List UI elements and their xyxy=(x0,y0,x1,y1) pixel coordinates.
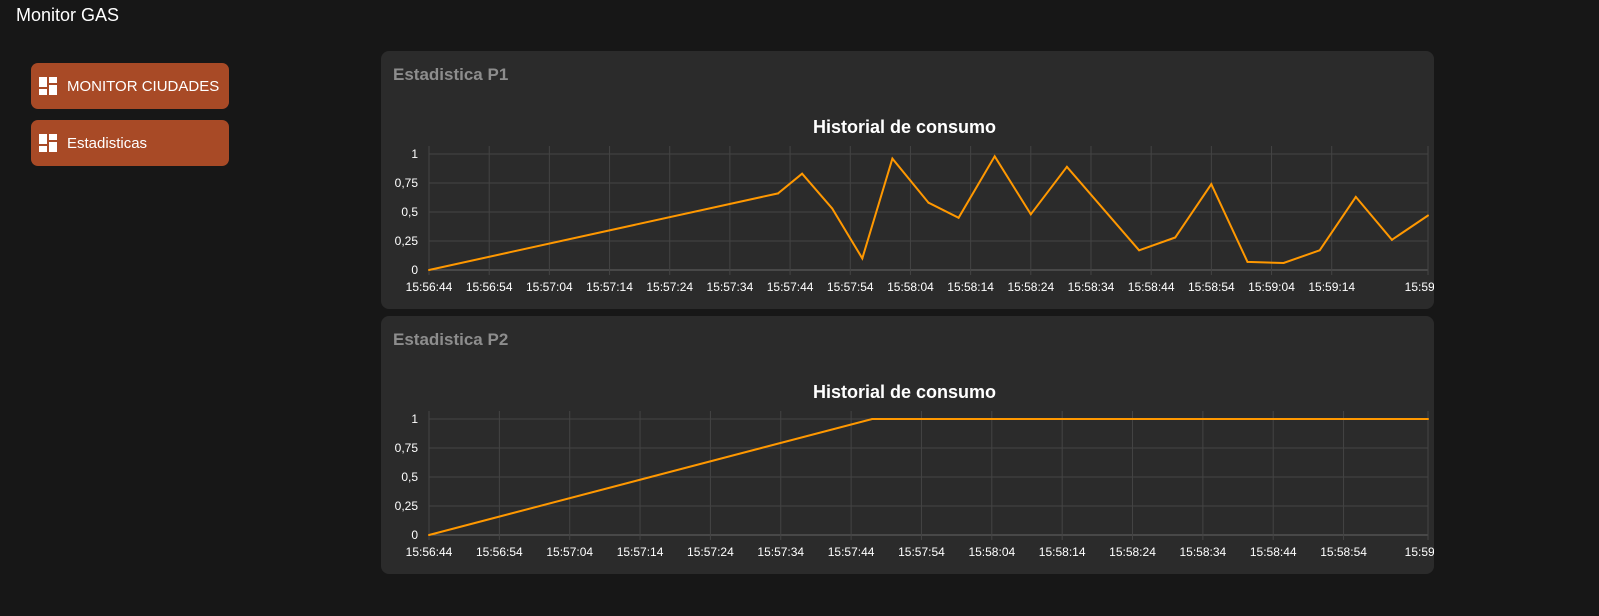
data-point xyxy=(861,257,864,260)
x-tick-label: 15:56:44 xyxy=(406,280,453,294)
y-tick-label: 0,5 xyxy=(401,470,418,484)
x-tick-label: 15:57:14 xyxy=(586,280,633,294)
data-point xyxy=(1065,165,1068,168)
data-point xyxy=(1318,249,1321,252)
y-tick-label: 1 xyxy=(411,147,418,161)
y-tick-label: 0,25 xyxy=(395,499,419,513)
x-tick-label: 15:57:24 xyxy=(646,280,693,294)
data-point xyxy=(1427,214,1429,217)
data-point xyxy=(428,269,430,271)
monitor-ciudades-button[interactable]: MONITOR CIUDADES xyxy=(31,63,229,109)
x-tick-label: 15:58:34 xyxy=(1068,280,1115,294)
consumo-chart-p2: Historial de consumo 0 0,25 0,5 0,75 1 15:56:4… xyxy=(395,382,1434,559)
data-point xyxy=(428,534,430,536)
x-tick-label: 15:57:44 xyxy=(767,280,814,294)
nav-label: Estadisticas xyxy=(67,134,148,152)
x-tick-label: 15:56:44 xyxy=(406,545,453,559)
x-tick-label: 15:57:34 xyxy=(707,280,754,294)
data-point xyxy=(1138,249,1141,252)
x-tick-label: 15:57:04 xyxy=(546,545,593,559)
y-tick-label: 0,75 xyxy=(395,441,419,455)
y-tick-label: 0 xyxy=(411,263,418,277)
data-point xyxy=(801,172,804,175)
x-tick-label: 15:58:24 xyxy=(1007,280,1054,294)
data-point xyxy=(957,216,960,219)
chart-title: Historial de consumo xyxy=(813,117,996,137)
x-tick-label: 15:57:24 xyxy=(687,545,734,559)
x-tick-label: 15:59:06 xyxy=(1405,545,1434,559)
data-point xyxy=(1427,418,1429,420)
nav-label: MONITOR CIUDADES xyxy=(67,77,220,95)
x-tick-label: 15:58:04 xyxy=(887,280,934,294)
x-tick-label: 15:59:04 xyxy=(1248,280,1295,294)
x-tick-label: 15:58:24 xyxy=(1109,545,1156,559)
estadisticas-button[interactable]: Estadisticas xyxy=(31,120,229,166)
data-point xyxy=(871,418,874,420)
data-point xyxy=(1210,183,1213,186)
x-tick-label: 15:58:54 xyxy=(1320,545,1367,559)
x-tick-label: 15:56:54 xyxy=(466,280,513,294)
y-tick-label: 0 xyxy=(411,528,418,542)
x-tick-label: 15:58:44 xyxy=(1128,280,1175,294)
panel-estadistica-p2: Estadistica P2 Historial de consumo 0 0,25… xyxy=(381,316,1434,574)
series-line xyxy=(428,154,1429,271)
y-tick-label: 1 xyxy=(411,412,418,426)
x-tick-label: 15:57:34 xyxy=(757,545,804,559)
data-point xyxy=(831,207,834,210)
chart-title: Historial de consumo xyxy=(813,382,996,402)
x-tick-label: 15:58:14 xyxy=(1039,545,1086,559)
data-point xyxy=(993,155,996,158)
y-tick-label: 0,5 xyxy=(401,205,418,219)
x-tick-label: 15:58:04 xyxy=(968,545,1015,559)
data-point xyxy=(777,192,780,195)
x-tick-label: 15:57:04 xyxy=(526,280,573,294)
dashboard-icon xyxy=(39,134,57,152)
x-tick-label: 15:57:14 xyxy=(617,545,664,559)
dashboard-icon xyxy=(39,77,57,95)
x-tick-label: 15:57:54 xyxy=(898,545,945,559)
consumo-chart-p1: Historial de consumo 0 0,25 0,5 0,75 1 15:56:4… xyxy=(395,117,1434,294)
x-tick-label: 15:57:54 xyxy=(827,280,874,294)
data-point xyxy=(891,157,894,160)
data-point xyxy=(1246,260,1249,263)
data-point xyxy=(1354,195,1357,198)
x-tick-label: 15:59:14 xyxy=(1308,280,1355,294)
x-tick-label: 15:59:30 xyxy=(1405,280,1434,294)
x-tick-label: 15:58:34 xyxy=(1180,545,1227,559)
data-point xyxy=(1174,236,1177,239)
x-tick-label: 15:56:54 xyxy=(476,545,523,559)
x-tick-label: 15:57:44 xyxy=(828,545,875,559)
y-tick-label: 0,75 xyxy=(395,176,419,190)
panel-estadistica-p1: Estadistica P1 Historial de consumo 0 0,25… xyxy=(381,51,1434,309)
y-tick-label: 0,25 xyxy=(395,234,419,248)
app-title: Monitor GAS xyxy=(16,5,120,25)
x-tick-label: 15:58:54 xyxy=(1188,280,1235,294)
x-tick-label: 15:58:14 xyxy=(947,280,994,294)
data-point xyxy=(1029,213,1032,216)
data-point xyxy=(1282,262,1285,265)
x-tick-label: 15:58:44 xyxy=(1250,545,1297,559)
data-point xyxy=(1390,238,1393,241)
data-point xyxy=(927,201,930,204)
